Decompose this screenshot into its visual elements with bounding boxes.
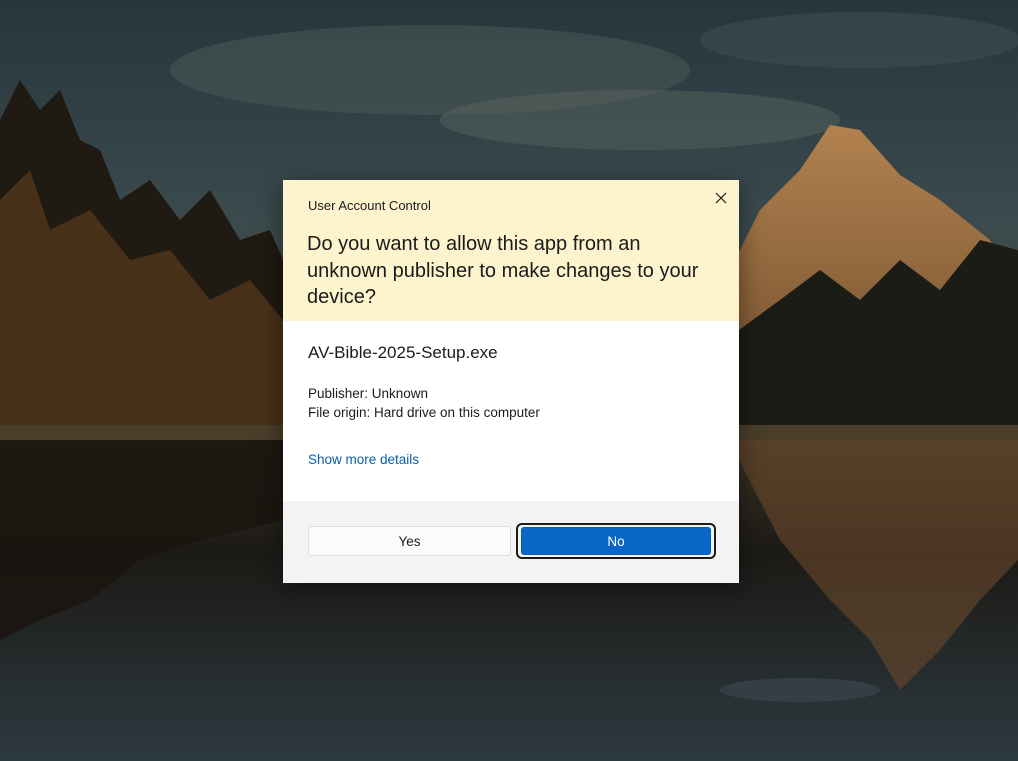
uac-dialog: User Account Control Do you want to allo… — [283, 180, 739, 583]
uac-footer: Yes No — [283, 501, 739, 583]
app-name: AV-Bible-2025-Setup.exe — [308, 343, 498, 362]
close-icon — [715, 192, 727, 204]
no-button[interactable]: No — [521, 527, 711, 555]
publisher-info: Publisher: Unknown — [308, 386, 429, 401]
yes-button[interactable]: Yes — [308, 526, 511, 556]
file-origin-info: File origin: Hard drive on this computer — [308, 405, 540, 420]
dialog-title: User Account Control — [308, 198, 431, 213]
close-button[interactable] — [711, 188, 731, 208]
show-more-details-link[interactable]: Show more details — [308, 452, 419, 467]
uac-question: Do you want to allow this app from an un… — [307, 233, 699, 308]
uac-header: User Account Control Do you want to allo… — [283, 180, 739, 321]
